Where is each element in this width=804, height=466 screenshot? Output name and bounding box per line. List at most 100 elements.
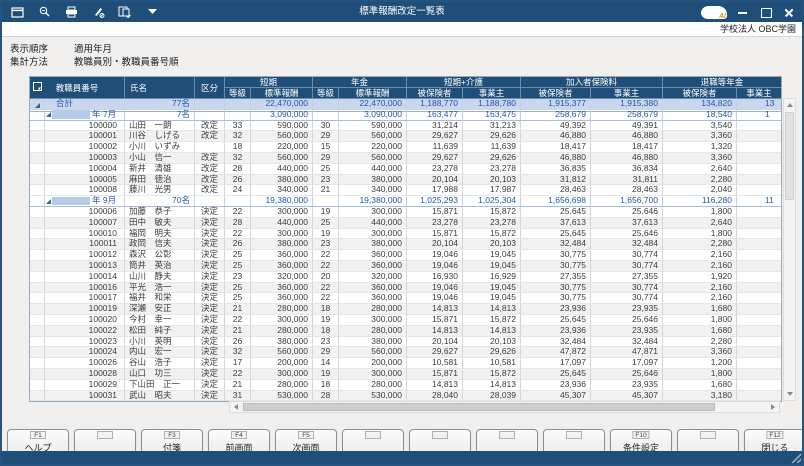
status-bar bbox=[2, 451, 802, 464]
pen-icon[interactable] bbox=[91, 5, 105, 19]
minimize-button[interactable] bbox=[736, 5, 750, 19]
grid-header: 教職員番号 氏名 区分 短期 年金 短期+介護 加入者保険料 退職等年金 等級 … bbox=[30, 77, 781, 99]
employee-row[interactable]: 100004新井 清雄改定28440,00025440,00023,27823,… bbox=[30, 164, 781, 175]
indicator bbox=[30, 369, 45, 380]
ta-jigyonushi-clipped bbox=[737, 164, 781, 175]
expand-triangle-icon[interactable] bbox=[46, 112, 51, 117]
titlebar: 標準報酬改定一覧表 AI bbox=[2, 2, 802, 22]
employee-row[interactable]: 100008藤川 光男改定24340,00021340,00017,98817,… bbox=[30, 185, 781, 196]
memo-window-icon[interactable] bbox=[118, 5, 132, 19]
grid-body: 合計77名22,470,00022,470,0001,188,7701,188,… bbox=[30, 99, 781, 401]
fkey-number bbox=[566, 431, 582, 439]
employee-row[interactable]: 100014山川 静夫決定23320,00020320,00016,93016,… bbox=[30, 272, 781, 283]
ta-jigyonushi-clipped bbox=[737, 293, 781, 304]
grade-tanki: 24 bbox=[225, 185, 251, 196]
grade-tanki: 21 bbox=[225, 326, 251, 337]
fkey-number: F5 bbox=[298, 431, 314, 439]
std-tanki: 440,000 bbox=[251, 164, 313, 175]
vertical-scrollbar[interactable] bbox=[783, 98, 796, 401]
scroll-right-arrow-icon[interactable] bbox=[767, 402, 779, 412]
employee-id: 100007 bbox=[45, 218, 125, 229]
cell-cursor-highlight bbox=[52, 197, 90, 206]
fkey-number: F3 bbox=[164, 431, 180, 439]
indicator bbox=[30, 347, 45, 358]
expand-triangle-icon[interactable] bbox=[46, 199, 51, 204]
ta-jigyonushi-clipped bbox=[737, 326, 781, 337]
scroll-left-arrow-icon[interactable] bbox=[230, 402, 242, 412]
kubun: 決定 bbox=[195, 391, 225, 402]
tk-jigyonushi: 23,278 bbox=[463, 218, 521, 229]
obc-ai-mascot-icon[interactable]: AI bbox=[701, 6, 727, 19]
employee-id: 100031 bbox=[45, 391, 125, 402]
ta-jigyonushi-clipped bbox=[737, 229, 781, 240]
print-icon[interactable] bbox=[64, 5, 78, 19]
page-title: 標準報酬改定一覧表 bbox=[359, 2, 445, 22]
fkey-number bbox=[432, 431, 448, 439]
indicator bbox=[30, 304, 45, 315]
ta-hihokensha: 2,640 bbox=[663, 164, 737, 175]
grade-tanki: 28 bbox=[225, 218, 251, 229]
kubun bbox=[195, 110, 225, 121]
employee-row[interactable]: 100029下山田 正一決定21280,00018280,00014,81314… bbox=[30, 380, 781, 391]
month-subtotal-row[interactable]: 年 7月7名3,090,0003,090,000163,477163,47525… bbox=[30, 110, 781, 121]
horizontal-scrollbar-thumb[interactable] bbox=[243, 403, 715, 411]
ta-jigyonushi-clipped bbox=[737, 369, 781, 380]
maximize-button[interactable] bbox=[759, 5, 773, 19]
ka-hihokensha: 27,355 bbox=[521, 272, 591, 283]
kubun: 決定 bbox=[195, 272, 225, 283]
ta-hihokensha: 3,180 bbox=[663, 391, 737, 402]
employee-row[interactable]: 100031武山 昭夫決定31530,00028530,00028,04028,… bbox=[30, 391, 781, 402]
horizontal-scrollbar[interactable] bbox=[229, 401, 780, 413]
ta-jigyonushi-clipped bbox=[737, 315, 781, 326]
group-header-kanyusha: 加入者保険料 bbox=[521, 77, 663, 88]
group-header-nenkin: 年金 bbox=[313, 77, 407, 88]
company-strip: 学校法人 OBC学園 bbox=[2, 22, 802, 37]
indicator bbox=[30, 164, 45, 175]
grade-tanki: 31 bbox=[225, 391, 251, 402]
fkey-number: F1 bbox=[30, 431, 46, 439]
indicator bbox=[30, 121, 45, 132]
tk-hihokensha: 23,278 bbox=[407, 164, 463, 175]
indicator bbox=[30, 358, 45, 369]
zoom-search-icon[interactable] bbox=[37, 5, 51, 19]
ta-jigyonushi-clipped bbox=[737, 185, 781, 196]
ta-jigyonushi-clipped bbox=[737, 283, 781, 294]
group-header-taishoku: 退職等年金 bbox=[663, 77, 781, 88]
aggregation-value: 教職員別・教職員番号順 bbox=[74, 56, 179, 69]
indicator bbox=[30, 337, 45, 348]
ta-jigyonushi-clipped bbox=[737, 131, 781, 142]
display-order-value: 適用年月 bbox=[74, 43, 112, 56]
subcol-tanki-grade: 等級 bbox=[225, 88, 251, 99]
dropdown-caret-icon[interactable] bbox=[145, 5, 159, 19]
std-tanki: 280,000 bbox=[251, 326, 313, 337]
tk-jigyonushi: 14,813 bbox=[463, 326, 521, 337]
close-button[interactable] bbox=[782, 5, 796, 19]
vertical-scrollbar-thumb[interactable] bbox=[785, 112, 794, 200]
employee-row[interactable]: 100022松田 純子決定21280,00018280,00014,81314,… bbox=[30, 326, 781, 337]
ta-jigyonushi-clipped bbox=[737, 207, 781, 218]
month-count: 7名 bbox=[125, 110, 195, 121]
fkey-number bbox=[365, 431, 381, 439]
employee-row[interactable]: 100007田中 敏夫決定28440,00025440,00023,27823,… bbox=[30, 218, 781, 229]
fkey-number bbox=[97, 431, 113, 439]
indicator bbox=[30, 218, 45, 229]
resize-grip[interactable] bbox=[790, 452, 801, 463]
indicator bbox=[30, 315, 45, 326]
grade-nenkin: 25 bbox=[313, 218, 339, 229]
ta-jigyonushi-clipped bbox=[737, 358, 781, 369]
tk-jigyonushi: 16,929 bbox=[463, 272, 521, 283]
app-window: 標準報酬改定一覧表 AI 学校法人 OBC学園 表示順序 適用年月 集計方法 教… bbox=[0, 0, 804, 466]
expand-triangle-icon[interactable] bbox=[35, 103, 40, 108]
scroll-up-arrow-icon[interactable] bbox=[784, 99, 795, 111]
total-row[interactable]: 合計77名22,470,00022,470,0001,188,7701,188,… bbox=[30, 99, 781, 110]
ta-hihokensha: 2,640 bbox=[663, 218, 737, 229]
indicator bbox=[30, 207, 45, 218]
ka-jigyonushi: 23,935 bbox=[591, 380, 663, 391]
month-label: 年 9月 bbox=[92, 196, 116, 206]
ta-jigyonushi-clipped bbox=[737, 304, 781, 315]
ta-jigyonushi-clipped bbox=[737, 391, 781, 402]
grade-nenkin: 18 bbox=[313, 380, 339, 391]
window-icon[interactable] bbox=[10, 5, 24, 19]
scroll-down-arrow-icon[interactable] bbox=[784, 388, 795, 400]
ta-jigyonushi-clipped bbox=[737, 175, 781, 186]
